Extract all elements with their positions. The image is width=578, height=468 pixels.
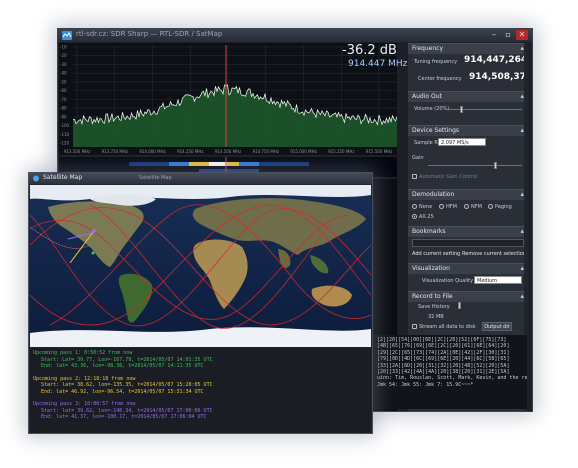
satellite-map-window: Satellite Map Satellite Map Upcoming pas… <box>28 172 373 434</box>
pass-end-line: End: lat= 41.37, lon=-100.17, t=2014/05/… <box>41 414 207 420</box>
satellite-icon <box>33 175 39 182</box>
y-axis-tick: -40 <box>60 71 67 76</box>
history-slider-knob[interactable] <box>458 302 461 309</box>
console-line: [4B][65][76][69][6E][2C][20][61][6E][64]… <box>377 343 510 350</box>
volume-slider-knob[interactable] <box>460 106 463 113</box>
bookmarks-header: Bookmarks <box>412 228 446 235</box>
x-axis-tick: 915.000 MHz <box>290 149 316 154</box>
radio-none-label: None <box>419 204 433 210</box>
satellite-marker[interactable] <box>92 229 96 233</box>
world-map[interactable] <box>30 185 371 347</box>
audio-header: Audio Out <box>412 93 442 100</box>
ground-station-marker[interactable] <box>91 251 95 255</box>
spectrum-plot[interactable]: -10-20-30-40-50-60-70-80-90-100-110-120 … <box>59 43 398 155</box>
x-axis-tick: 915.500 MHz <box>366 149 392 154</box>
device-section-header[interactable]: Device Settings ▴ <box>408 125 528 136</box>
radio-ax25[interactable] <box>412 214 417 219</box>
y-axis-tick: -60 <box>60 88 67 93</box>
radio-nfm-label: NFM <box>471 204 482 210</box>
radio-ax25-label: AX.25 <box>419 214 434 220</box>
y-axis-tick: -30 <box>60 62 67 67</box>
demodulation-header: Demodulation <box>412 191 455 198</box>
radio-paging[interactable] <box>488 204 493 209</box>
tuning-frequency-value[interactable]: 914,447,264 <box>464 55 527 65</box>
y-axis-tick: -80 <box>60 106 67 111</box>
console-line: uinn: Tim, Rouslan, Scott, Mark, Kevin, … <box>377 375 527 382</box>
x-axis-tick: 914.250 MHz <box>177 149 203 154</box>
app-icon <box>62 31 72 40</box>
output-dir-button[interactable]: Output dir <box>482 322 512 331</box>
volume-label: Volume (20%) <box>414 106 450 112</box>
history-size-value: 32 MB <box>428 314 444 320</box>
y-axis-tick: -20 <box>60 53 67 58</box>
pass-predictions: Upcoming pass 1: 0:50:52 from now Start: … <box>30 348 371 433</box>
console-line: Jmk 54: Jmk 55: Jmk 7: 15.9C~~~* <box>377 381 474 388</box>
tuning-frequency-label: Tuning frequency <box>414 59 458 65</box>
device-header: Device Settings <box>412 127 460 134</box>
gain-slider-knob[interactable] <box>494 162 497 169</box>
record-section-header[interactable]: Record to File ▴ <box>408 291 528 302</box>
maximize-button[interactable]: ▫ <box>502 30 514 40</box>
console-line: [79][0D][4D][6C][69][6E][20][44][6C][58]… <box>377 356 510 363</box>
volume-slider[interactable] <box>446 109 522 110</box>
stream-to-disk-label: Stream all data to disk <box>419 324 476 330</box>
gain-slider[interactable] <box>428 165 522 166</box>
agc-label: Automatic Gain Control <box>419 174 478 180</box>
quality-value: Medium <box>477 278 497 284</box>
sat-window-title: Satellite Map <box>43 174 83 181</box>
x-axis-tick: 914.000 MHz <box>139 149 165 154</box>
y-axis-tick: -10 <box>60 45 67 50</box>
spectrum-display[interactable]: -10 -20 -30 -40 -50 -60 -70 -80 -90 -100 -110 -120 … <box>59 43 398 155</box>
sample-rate-value: 2.097 MS/s <box>441 140 469 146</box>
world-map-svg[interactable] <box>30 185 371 347</box>
audio-section-header[interactable]: Audio Out ▴ <box>408 91 528 102</box>
quality-select[interactable]: Medium <box>474 276 522 284</box>
sample-rate-select[interactable]: 2.097 MS/s <box>438 138 486 146</box>
sat-title-bar[interactable]: Satellite Map Satellite Map <box>29 173 372 184</box>
antarctica <box>30 327 371 347</box>
frequency-section-header[interactable]: Frequency ▴ <box>408 43 528 54</box>
y-axis-tick: -50 <box>60 79 67 84</box>
radio-nfm[interactable] <box>464 204 469 209</box>
y-axis-tick: -70 <box>60 97 67 102</box>
x-axis-tick: 914.500 MHz <box>215 149 241 154</box>
bookmark-select[interactable] <box>412 239 524 247</box>
sdr-window-title: rtl-sdr.cz: SDR Sharp — RTL-SDR / SatMap <box>76 30 223 38</box>
sat-tab-label[interactable]: Satellite Map <box>139 175 172 181</box>
visualization-header: Visualization <box>412 265 450 272</box>
y-axis-tick: -100 <box>60 123 70 128</box>
stream-to-disk-checkbox[interactable] <box>412 324 417 329</box>
sdr-title-bar[interactable]: rtl-sdr.cz: SDR Sharp — RTL-SDR / SatMap… <box>58 29 532 42</box>
agc-checkbox[interactable] <box>412 174 417 179</box>
bookmarks-section-header[interactable]: Bookmarks ▴ <box>408 226 528 237</box>
x-axis-tick: 913.500 MHz <box>64 149 90 154</box>
visualization-quality-label: Visualization Quality <box>422 278 474 284</box>
visualization-section-header[interactable]: Visualization ▴ <box>408 263 528 274</box>
y-axis-tick: -110 <box>60 132 70 137</box>
center-frequency-label: Center frequency <box>418 76 462 82</box>
y-axis-tick: -120 <box>60 141 70 146</box>
radio-hfm[interactable] <box>439 204 444 209</box>
db-readout: -36.2 dB <box>342 43 397 58</box>
remove-bookmark-button[interactable]: Remove current selection <box>462 250 526 259</box>
record-header: Record to File <box>412 293 453 300</box>
close-button[interactable]: ✕ <box>516 30 528 40</box>
y-axis-tick: -90 <box>60 114 67 119</box>
radio-paging-label: Paging <box>495 204 512 210</box>
radio-hfm-label: HFM <box>446 204 457 210</box>
save-history-label: Save History <box>418 304 450 310</box>
x-axis-tick: 915.250 MHz <box>328 149 354 154</box>
x-axis-tick: 913.750 MHz <box>102 149 128 154</box>
x-axis-tick: 914.750 MHz <box>253 149 279 154</box>
demodulation-section-header[interactable]: Demodulation ▴ <box>408 189 528 200</box>
radio-none[interactable] <box>412 204 417 209</box>
add-bookmark-button[interactable]: Add current setting <box>412 250 460 259</box>
decoder-console: [2][20][54][00][6E][2C][20][52][6F][75][… <box>374 335 527 409</box>
frequency-header: Frequency <box>412 45 443 52</box>
gain-label: Gain <box>412 155 424 161</box>
center-frequency-value[interactable]: 914,508,379 <box>469 72 528 82</box>
minimize-button[interactable]: – <box>488 30 500 40</box>
frequency-readout: 914.447 MHz <box>348 59 408 69</box>
